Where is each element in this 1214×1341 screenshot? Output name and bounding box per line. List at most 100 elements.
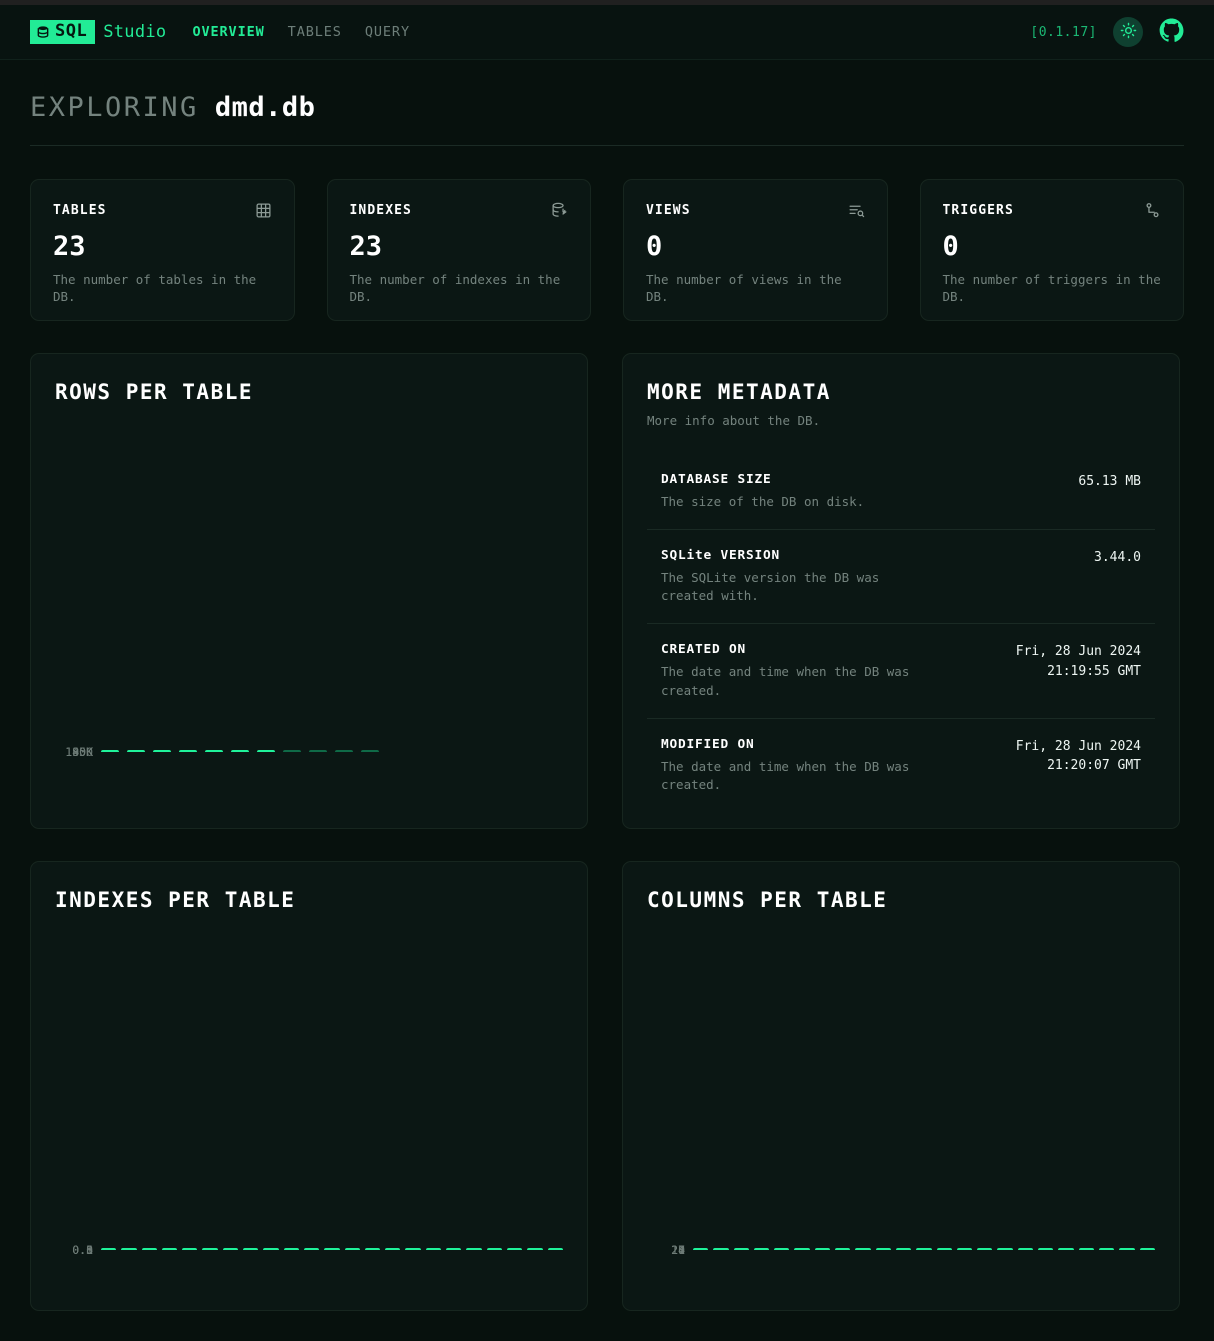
nav-item-tables[interactable]: TABLES (288, 24, 342, 40)
chart-bar[interactable] (324, 1248, 340, 1250)
chart-bar[interactable] (1038, 1248, 1054, 1250)
chart-bar[interactable] (205, 750, 223, 752)
metadata-left: SQLite VERSION The SQLite version the DB… (661, 548, 973, 605)
metadata-list: DATABASE SIZE The size of the DB on disk… (647, 454, 1155, 812)
chart-bar[interactable] (425, 1248, 442, 1250)
chart-bar[interactable] (231, 750, 249, 752)
chart-bar[interactable] (263, 1248, 279, 1250)
brand-badge: SQL (30, 20, 96, 44)
chart-bar[interactable] (127, 750, 145, 752)
table-grid-icon (255, 202, 272, 219)
chart-bar[interactable] (733, 1248, 749, 1250)
panel-title: INDEXES PER TABLE (55, 888, 296, 912)
list-search-icon (848, 202, 865, 219)
chart-bar[interactable] (283, 750, 301, 752)
stat-label: VIEWS (646, 203, 691, 218)
stat-description: The number of tables in the DB. (53, 272, 257, 304)
chart-bar[interactable] (466, 1248, 482, 1250)
chart-bar[interactable] (161, 1248, 178, 1250)
stat-card-tables[interactable]: TABLES 23 The number of tables in the DB… (30, 179, 295, 321)
chart-bar[interactable] (1098, 1248, 1115, 1250)
chart-bar[interactable] (547, 1248, 563, 1250)
brand-logo[interactable]: SQL Studio (30, 20, 166, 44)
chart-bar[interactable] (153, 750, 171, 752)
page-title-dbname: dmd.db (214, 92, 316, 123)
chart-bar[interactable] (283, 1248, 299, 1250)
columns-per-table-chart: 0 7 14 21 28 (647, 938, 1155, 1257)
chart-bar[interactable] (956, 1248, 973, 1250)
chart-bar[interactable] (835, 1248, 851, 1250)
chart-bar[interactable] (344, 1248, 360, 1250)
panel-subtitle: More info about the DB. (647, 413, 821, 428)
stat-description: The number of views in the DB. (646, 272, 842, 304)
stat-card-header: TABLES (53, 202, 272, 219)
indexes-per-table-chart: 0 0.3 0.5 0.8 1 (55, 938, 563, 1257)
panel-title: ROWS PER TABLE (55, 380, 254, 404)
chart-bar[interactable] (182, 1248, 198, 1250)
theme-toggle-button[interactable] (1113, 17, 1143, 47)
chart-bar[interactable] (1017, 1248, 1034, 1250)
stat-card-indexes[interactable]: INDEXES 23 The number of indexes in the … (326, 179, 591, 321)
chart-bar[interactable] (446, 1248, 462, 1250)
chart-bar[interactable] (977, 1248, 993, 1250)
chart-bar[interactable] (179, 750, 197, 752)
chart-bar[interactable] (309, 750, 327, 752)
stat-label: TRIGGERS (942, 203, 1014, 218)
stat-card-triggers[interactable]: TRIGGERS 0 The number of triggers in the… (919, 179, 1184, 321)
github-link[interactable] (1159, 18, 1184, 47)
chart-bar[interactable] (814, 1248, 831, 1250)
metadata-key: DATABASE SIZE (661, 472, 772, 487)
metadata-value: Fri, 28 Jun 2024 21:19:55 GMT (1015, 644, 1141, 679)
chart-bar[interactable] (895, 1248, 912, 1250)
stat-card-views[interactable]: VIEWS 0 The number of views in the DB. (623, 179, 888, 321)
chart-bar[interactable] (101, 1248, 117, 1250)
chart-bar[interactable] (335, 750, 353, 752)
chart-bar[interactable] (875, 1248, 891, 1250)
chart-bar[interactable] (997, 1248, 1013, 1250)
panels-row-bottom: INDEXES PER TABLE 0 0.3 0.5 0.8 1 COLUMNS PE… (30, 861, 1184, 1311)
chart-bar[interactable] (1058, 1248, 1074, 1250)
stat-value: 0 (942, 231, 959, 262)
panel-rows-per-table: ROWS PER TABLE 0 45K 90K 135K 180K (30, 353, 588, 829)
chart-bar[interactable] (202, 1248, 218, 1250)
chart-bar[interactable] (141, 1248, 157, 1250)
chart-bar[interactable] (385, 1248, 401, 1250)
stat-label: TABLES (53, 203, 107, 218)
panel-columns-per-table: COLUMNS PER TABLE 0 7 14 21 28 (622, 861, 1180, 1311)
chart-bar[interactable] (916, 1248, 932, 1250)
chart-bar[interactable] (257, 750, 275, 752)
chart-bar[interactable] (506, 1248, 523, 1250)
chart-bar[interactable] (794, 1248, 810, 1250)
chart-bar[interactable] (1139, 1248, 1155, 1250)
chart-bar[interactable] (364, 1248, 381, 1250)
chart-bar[interactable] (101, 750, 119, 752)
stat-card-header: TRIGGERS (943, 202, 1162, 219)
chart-bar[interactable] (693, 1248, 709, 1250)
metadata-value: 3.44.0 (1094, 550, 1141, 566)
chart-bar[interactable] (361, 750, 379, 752)
stat-description: The number of triggers in the DB. (942, 272, 1161, 304)
chart-bar[interactable] (753, 1248, 770, 1250)
chart-bar[interactable] (405, 1248, 421, 1250)
metadata-row-modified-on: MODIFIED ON The date and time when the D… (647, 719, 1155, 812)
database-icon (36, 25, 50, 39)
github-icon (1159, 18, 1184, 47)
chart-bar[interactable] (855, 1248, 871, 1250)
chart-bar[interactable] (121, 1248, 137, 1250)
chart-bar[interactable] (774, 1248, 790, 1250)
chart-bar[interactable] (1119, 1248, 1135, 1250)
chart-bar[interactable] (936, 1248, 952, 1250)
database-zap-icon (551, 202, 568, 219)
metadata-key: SQLite VERSION (661, 548, 781, 564)
stats-grid: TABLES 23 The number of tables in the DB… (30, 179, 1184, 321)
chart-bar[interactable] (243, 1248, 259, 1250)
chart-bar[interactable] (1078, 1248, 1094, 1250)
chart-bar[interactable] (222, 1248, 239, 1250)
chart-bar[interactable] (303, 1248, 320, 1250)
chart-bar[interactable] (713, 1248, 729, 1250)
chart-bar[interactable] (486, 1248, 502, 1250)
nav-item-query[interactable]: QUERY (365, 24, 410, 40)
y-axis-tick: 28 (671, 1243, 685, 1257)
chart-bar[interactable] (527, 1248, 543, 1250)
nav-item-overview[interactable]: OVERVIEW (192, 24, 264, 40)
